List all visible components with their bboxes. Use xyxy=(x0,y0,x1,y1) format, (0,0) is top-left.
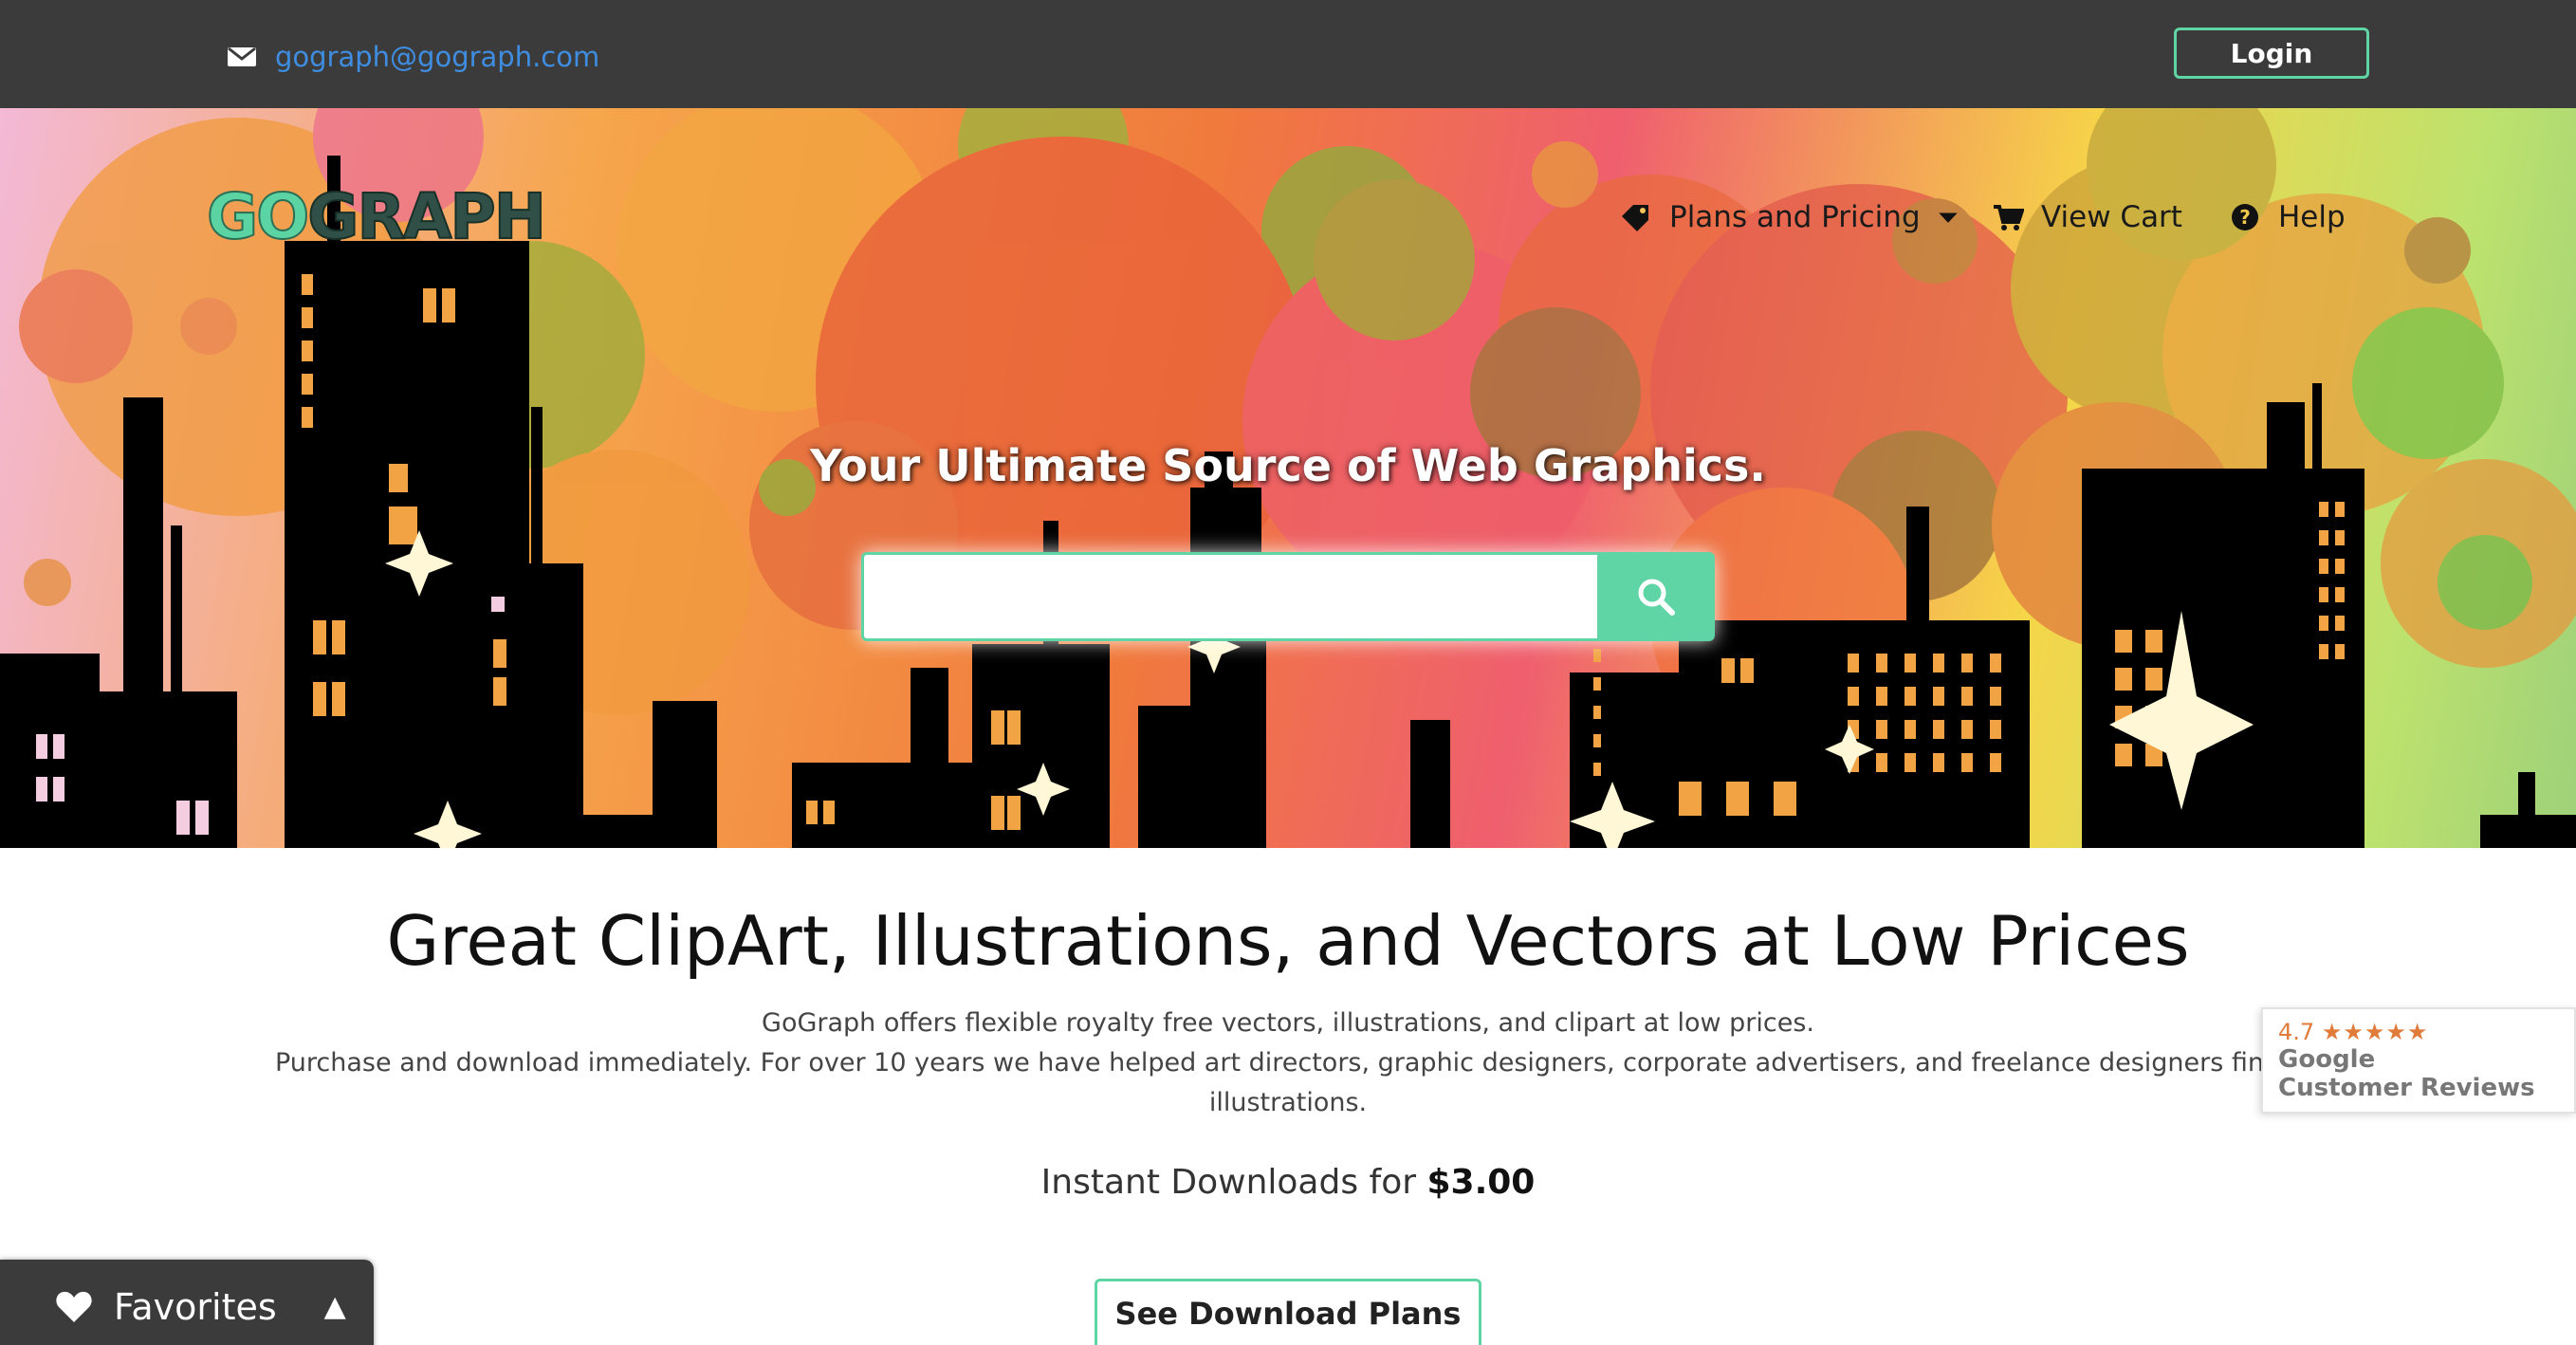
expand-arrow-icon: ▲ xyxy=(323,1290,346,1323)
nav-cart-label: View Cart xyxy=(2041,200,2182,234)
caret-down-icon xyxy=(1938,212,1958,223)
gograph-logo[interactable]: GOGRAPH xyxy=(206,179,547,254)
google-reviews-badge[interactable]: 4.7 ★★★★★ Google Customer Reviews xyxy=(2261,1007,2576,1114)
intro-description: GoGraph offers flexible royalty free vec… xyxy=(275,1004,2441,1123)
cart-icon xyxy=(1994,205,2024,230)
search-input[interactable] xyxy=(861,552,1597,641)
email-link[interactable]: gograph@gograph.com xyxy=(275,41,599,73)
envelope-icon xyxy=(228,46,256,66)
review-rating: 4.7 ★★★★★ xyxy=(2278,1019,2559,1045)
top-bar: gograph@gograph.com Login xyxy=(0,0,2576,108)
intro-line-3: illustrations. xyxy=(1208,1088,1368,1117)
rating-stars: ★★★★★ xyxy=(2321,1019,2429,1045)
hero-tagline: Your Ultimate Source of Web Graphics. xyxy=(810,440,1766,491)
search-button[interactable] xyxy=(1597,552,1715,641)
see-download-plans-button[interactable]: See Download Plans xyxy=(1095,1279,1481,1345)
svg-text:?: ? xyxy=(2239,206,2251,229)
tag-icon xyxy=(1622,205,1648,231)
contact-email: gograph@gograph.com xyxy=(228,38,599,76)
heart-icon xyxy=(56,1291,92,1322)
help-icon: ? xyxy=(2232,204,2258,230)
price-value: $3.00 xyxy=(1426,1163,1536,1202)
instant-download-price: Instant Downloads for $3.00 xyxy=(0,1163,2576,1202)
nav-view-cart[interactable]: View Cart xyxy=(1992,193,2182,241)
search-bar xyxy=(861,552,1715,641)
rating-value: 4.7 xyxy=(2278,1019,2315,1045)
intro-line-2: Purchase and download immediately. For o… xyxy=(275,1048,2441,1078)
page-headline: Great ClipArt, Illustrations, and Vector… xyxy=(386,901,2190,981)
search-icon xyxy=(1638,579,1675,616)
hero-banner: GOGRAPH Plans and Pricing View Cart ? He… xyxy=(0,108,2576,848)
reviews-google-label: Google xyxy=(2278,1045,2376,1074)
nav-help[interactable]: ? Help xyxy=(2229,193,2346,241)
intro-line-1: GoGraph offers flexible royalty free vec… xyxy=(762,1008,1814,1038)
nav-plans-and-pricing[interactable]: Plans and Pricing xyxy=(1620,193,1959,241)
nav-plans-label: Plans and Pricing xyxy=(1669,200,1921,234)
nav-help-label: Help xyxy=(2278,200,2346,234)
logo-text-go: GO xyxy=(206,179,310,254)
login-button[interactable]: Login xyxy=(2174,28,2369,79)
favorites-panel-toggle[interactable]: Favorites ▲ xyxy=(0,1260,374,1345)
favorites-label: Favorites xyxy=(114,1286,277,1328)
price-prefix: Instant Downloads for xyxy=(1040,1163,1417,1202)
reviews-customer-label: Customer Reviews xyxy=(2278,1074,2535,1102)
logo-text-graph: GRAPH xyxy=(306,179,547,254)
